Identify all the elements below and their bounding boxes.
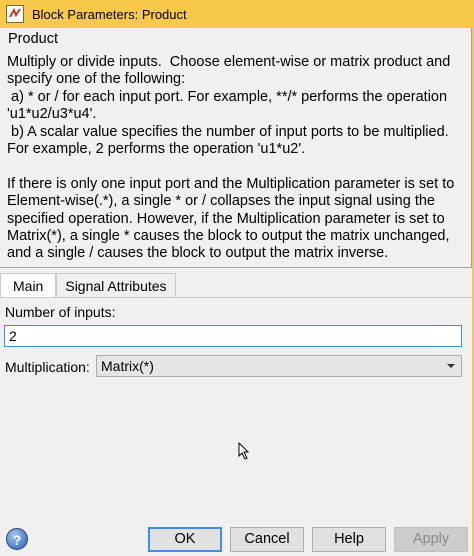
dialog-button-bar: ? OK Cancel Help Apply bbox=[0, 523, 472, 556]
title-bar[interactable]: Block Parameters: Product bbox=[0, 0, 474, 28]
block-name: Product bbox=[8, 31, 58, 47]
number-of-inputs-input[interactable] bbox=[4, 325, 462, 347]
mouse-cursor-icon bbox=[238, 442, 250, 460]
tab-strip: Main Signal Attributes bbox=[0, 273, 176, 297]
multiplication-dropdown[interactable]: Matrix(*) bbox=[96, 355, 462, 377]
block-parameters-icon bbox=[6, 5, 24, 23]
block-description: Multiply or divide inputs. Choose elemen… bbox=[7, 54, 455, 262]
tab-content-main: Number of inputs: Multiplication: Matrix… bbox=[0, 297, 472, 523]
number-of-inputs-label: Number of inputs: bbox=[5, 304, 116, 320]
multiplication-value: Matrix(*) bbox=[101, 358, 154, 374]
window-title: Block Parameters: Product bbox=[32, 6, 187, 22]
apply-button[interactable]: Apply bbox=[394, 527, 468, 552]
tab-signal-attributes[interactable]: Signal Attributes bbox=[56, 273, 176, 297]
chevron-down-icon bbox=[447, 364, 455, 368]
help-button[interactable]: Help bbox=[312, 527, 386, 552]
ok-button[interactable]: OK bbox=[148, 527, 222, 552]
cancel-button[interactable]: Cancel bbox=[230, 527, 304, 552]
help-icon[interactable]: ? bbox=[6, 528, 28, 550]
parameters-panel: Main Signal Attributes Number of inputs:… bbox=[0, 273, 472, 523]
description-panel: Product Multiply or divide inputs. Choos… bbox=[0, 28, 472, 268]
tab-main[interactable]: Main bbox=[0, 273, 57, 297]
multiplication-label: Multiplication: bbox=[5, 359, 90, 375]
